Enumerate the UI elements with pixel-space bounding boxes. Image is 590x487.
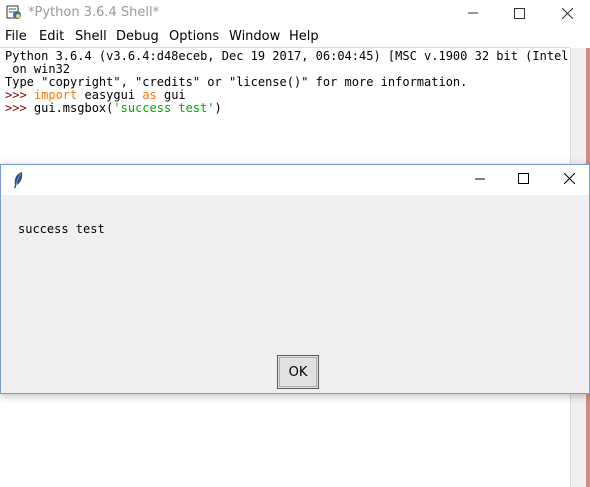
dialog-titlebar: [1, 165, 589, 195]
prompt: >>>: [5, 88, 34, 102]
ok-button[interactable]: OK: [277, 355, 319, 389]
menu-options[interactable]: Options: [169, 29, 219, 44]
dialog-message: success test: [18, 222, 105, 236]
close-button[interactable]: [544, 0, 590, 26]
shell-titlebar: *Python 3.6.4 Shell*: [0, 0, 590, 26]
close-icon: [563, 171, 575, 189]
msgbox-dialog: success test OK: [0, 164, 590, 394]
menu-window[interactable]: Window: [229, 29, 280, 44]
alias-name: gui: [156, 88, 186, 102]
minimize-icon: [468, 8, 478, 18]
minimize-icon: [475, 171, 485, 189]
close-icon: [561, 7, 573, 19]
tk-feather-icon: [11, 171, 25, 189]
command-line-2: >>> gui.msgbox('success test'): [5, 102, 222, 115]
menu-help[interactable]: Help: [289, 29, 319, 44]
window-title: *Python 3.6.4 Shell*: [28, 5, 160, 20]
maximize-icon: [517, 171, 529, 189]
menu-debug[interactable]: Debug: [116, 29, 159, 44]
dialog-maximize-button[interactable]: [500, 165, 546, 195]
call-end: ): [214, 101, 222, 115]
menu-bar: File Edit Shell Debug Options Window Hel…: [0, 27, 590, 47]
dialog-close-button[interactable]: [546, 165, 590, 195]
module-name: easygui: [77, 88, 143, 102]
menu-file[interactable]: File: [5, 29, 27, 44]
minimize-button[interactable]: [450, 0, 496, 26]
string-literal: 'success test': [113, 101, 215, 115]
keyword-import: import: [33, 88, 78, 102]
maximize-button[interactable]: [496, 0, 542, 26]
menu-shell[interactable]: Shell: [75, 29, 107, 44]
dialog-minimize-button[interactable]: [457, 165, 503, 195]
menu-edit[interactable]: Edit: [39, 29, 64, 44]
python-idle-icon: [6, 4, 22, 20]
banner-line-1: Python 3.6.4 (v3.6.4:d48eceb, Dec 19 201…: [5, 49, 583, 63]
keyword-as: as: [142, 88, 157, 102]
prompt: >>>: [5, 101, 34, 115]
maximize-icon: [513, 7, 525, 19]
call-start: gui.msgbox(: [33, 101, 114, 115]
